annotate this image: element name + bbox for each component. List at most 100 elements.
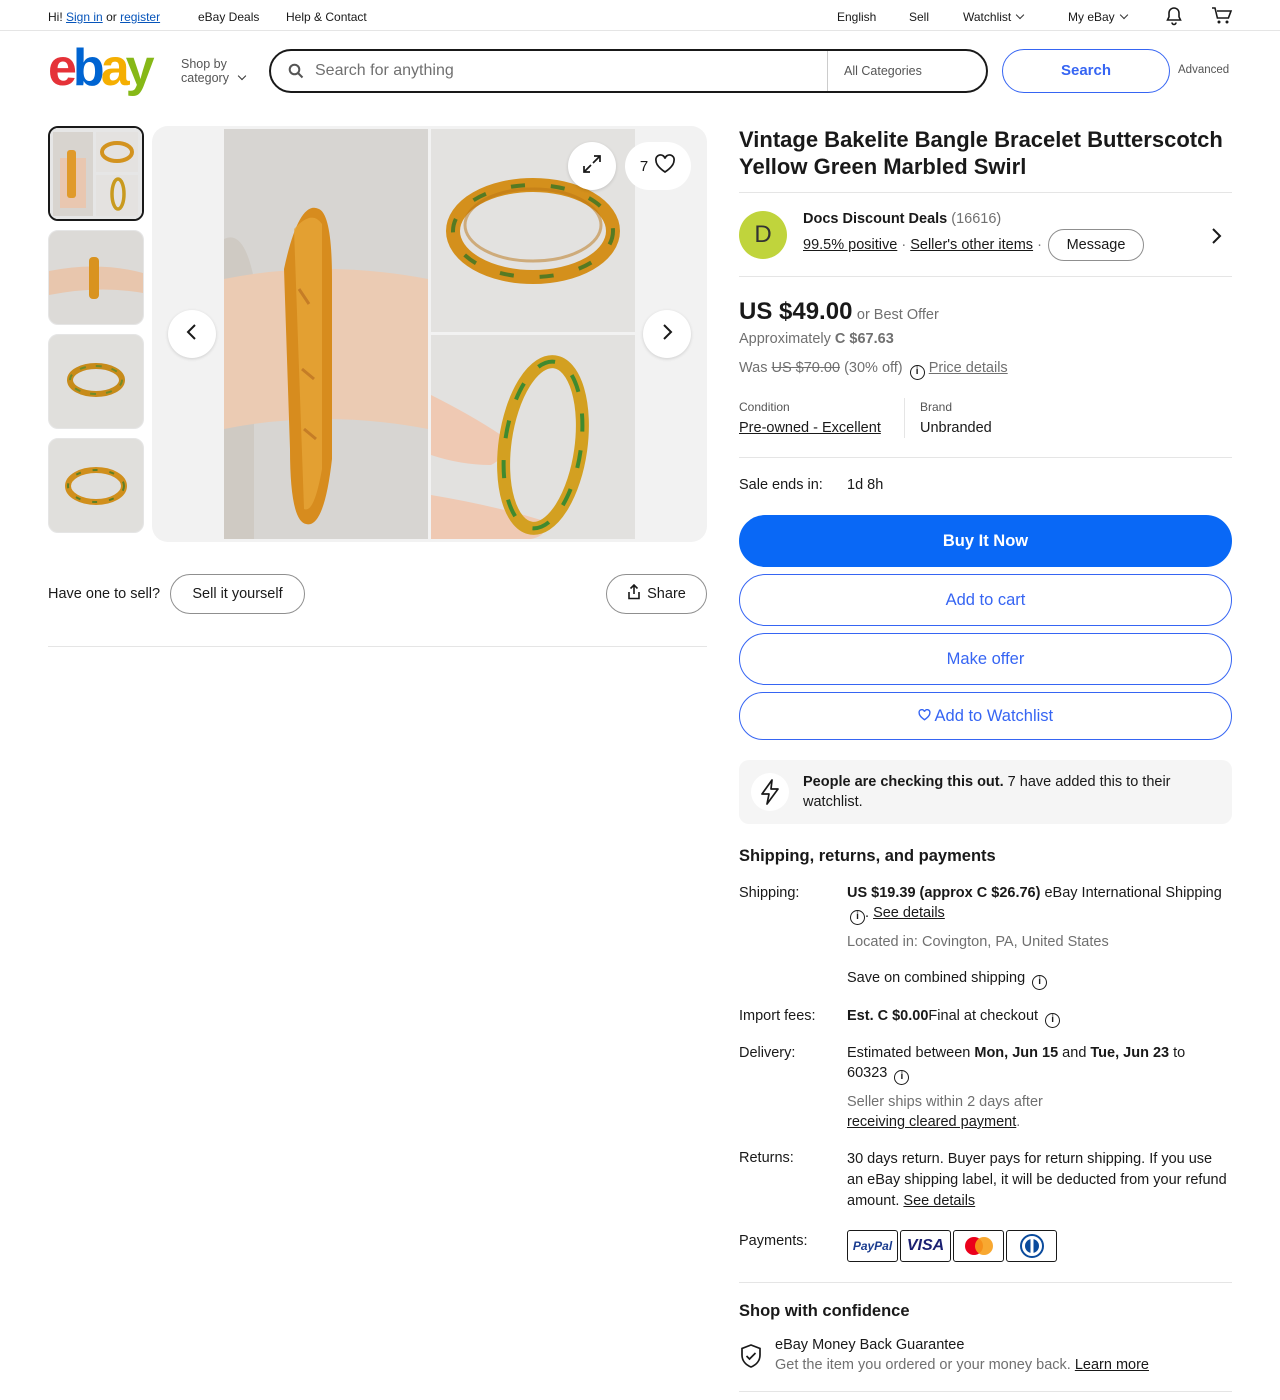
shipping-see-details-link[interactable]: See details (873, 905, 945, 921)
search-button[interactable]: Search (1002, 49, 1170, 93)
paypal-icon: PayPal (847, 1230, 898, 1262)
seller-name[interactable]: Docs Discount Deals (803, 211, 947, 227)
add-to-cart-button[interactable]: Add to cart (739, 574, 1232, 626)
period: . (1016, 1114, 1021, 1130)
category-select[interactable]: All Categories (827, 51, 987, 91)
info-icon[interactable]: i (1045, 1013, 1061, 1028)
brand-label: Brand (920, 400, 953, 414)
buy-it-now-button[interactable]: Buy It Now (739, 515, 1232, 567)
advanced-search-link[interactable]: Advanced (1178, 64, 1229, 76)
divider (48, 646, 707, 647)
previous-image-button[interactable] (168, 310, 216, 358)
best-offer-text: or Best Offer (856, 307, 939, 323)
greeting-text: Hi! (48, 10, 63, 24)
make-offer-button[interactable]: Make offer (739, 633, 1232, 685)
thumbnail-4[interactable] (48, 438, 144, 533)
was-label: Was (739, 360, 768, 376)
sign-in-link[interactable]: Sign in (66, 10, 103, 24)
chevron-down-icon (1119, 10, 1128, 20)
add-to-watchlist-button[interactable]: Add to Watchlist (739, 692, 1232, 740)
message-label: Message (1066, 237, 1126, 253)
ships-within-text: Seller ships within 2 days after (847, 1094, 1043, 1110)
thumbnail-3[interactable] (48, 334, 144, 429)
returns-value: 30 days return. Buyer pays for return sh… (847, 1149, 1227, 1212)
checking-bold: People are checking this out. (803, 774, 1004, 790)
checking-text: People are checking this out. 7 have add… (803, 772, 1203, 812)
condition-value[interactable]: Pre-owned - Excellent (739, 420, 881, 436)
info-icon[interactable]: i (909, 365, 925, 380)
shipping-price: US $19.39 (approx C $26.76) (847, 885, 1041, 901)
shipping-value: US $19.39 (approx C $26.76) eBay Interna… (847, 883, 1227, 925)
guarantee-desc-text: Get the item you ordered or your money b… (775, 1357, 1075, 1373)
discount-text: (30% off) (844, 360, 903, 376)
sell-link[interactable]: Sell (909, 10, 929, 24)
was-price-row: Was US $70.00 (30% off) i Price details (739, 360, 1008, 380)
greeting: Hi! Sign in or register (48, 10, 160, 24)
cleared-payment-link[interactable]: receiving cleared payment (847, 1114, 1016, 1130)
expand-button[interactable] (568, 142, 616, 190)
shield-check-icon (739, 1343, 763, 1374)
payments-label: Payments: (739, 1233, 808, 1249)
language-link[interactable]: English (837, 10, 876, 24)
approx-price: Approximately C $67.63 (739, 331, 894, 347)
price-details-link[interactable]: Price details (929, 360, 1008, 376)
learn-more-link[interactable]: Learn more (1075, 1357, 1149, 1373)
chevron-left-icon (185, 323, 199, 346)
shop-by-category[interactable]: Shop by category (181, 57, 247, 85)
visa-label: VISA (906, 1237, 945, 1254)
seller-feedback-count: (16616) (951, 211, 1002, 227)
search-input[interactable]: Search for anything (315, 62, 454, 80)
checking-banner: People are checking this out. 7 have add… (739, 760, 1232, 824)
ebay-deals-link[interactable]: eBay Deals (198, 10, 259, 24)
heart-icon (918, 707, 935, 725)
divider (739, 276, 1232, 277)
chevron-down-icon (237, 71, 247, 81)
delivery-and: and (1058, 1045, 1091, 1061)
delivery-end: Tue, Jun 23 (1090, 1045, 1170, 1061)
help-contact-link[interactable]: Help & Contact (286, 10, 367, 24)
heart-icon (654, 154, 676, 178)
mastercard-icon (953, 1230, 1004, 1262)
located-in: Located in: Covington, PA, United States (847, 934, 1109, 950)
cart-icon[interactable] (1211, 6, 1233, 29)
visa-icon: VISA (900, 1230, 951, 1262)
shipping-label: Shipping: (739, 885, 800, 901)
next-image-button[interactable] (643, 310, 691, 358)
ebay-logo[interactable]: ebay (48, 39, 155, 97)
returns-see-details-link[interactable]: See details (903, 1193, 975, 1209)
seller-positive-link[interactable]: 99.5% positive (803, 237, 897, 253)
top-bar: Hi! Sign in or register eBay Deals Help … (0, 0, 1280, 31)
watchlist-menu[interactable]: Watchlist (963, 10, 1025, 24)
message-seller-button[interactable]: Message (1048, 229, 1144, 261)
brand-value: Unbranded (920, 420, 992, 436)
info-icon[interactable]: i (894, 1070, 910, 1085)
my-ebay-menu[interactable]: My eBay (1068, 10, 1128, 24)
logo-letter-e: e (48, 39, 77, 97)
approx-label: Approximately (739, 331, 831, 347)
watch-count-button[interactable]: 7 (625, 142, 691, 190)
ships-within: Seller ships within 2 days after receivi… (847, 1092, 1077, 1132)
seller-avatar[interactable]: D (739, 211, 787, 259)
chevron-right-icon[interactable] (1210, 227, 1222, 250)
logo-letter-b: b (72, 39, 105, 97)
diners-club-icon (1006, 1230, 1057, 1262)
sale-ends-value: 1d 8h (847, 477, 884, 493)
share-button[interactable]: Share (606, 574, 707, 614)
main-image-gallery[interactable] (152, 126, 707, 542)
divider (739, 1282, 1232, 1283)
register-link[interactable]: register (120, 10, 160, 24)
divider (904, 398, 905, 438)
info-icon[interactable]: i (1032, 975, 1048, 990)
item-title: Vintage Bakelite Bangle Bracelet Butters… (739, 126, 1232, 180)
thumbnail-1[interactable] (48, 126, 144, 221)
sell-it-yourself-button[interactable]: Sell it yourself (170, 574, 305, 614)
thumbnail-2[interactable] (48, 230, 144, 325)
chevron-down-icon (1015, 10, 1025, 20)
logo-letter-y: y (125, 39, 155, 97)
bell-icon[interactable] (1164, 6, 1184, 29)
lightning-icon (751, 773, 789, 811)
import-fee-note: Final at checkout (928, 1008, 1039, 1024)
current-price: US $49.00 (739, 298, 853, 325)
info-icon[interactable]: i (850, 910, 865, 925)
seller-other-items-link[interactable]: Seller's other items (910, 237, 1033, 253)
